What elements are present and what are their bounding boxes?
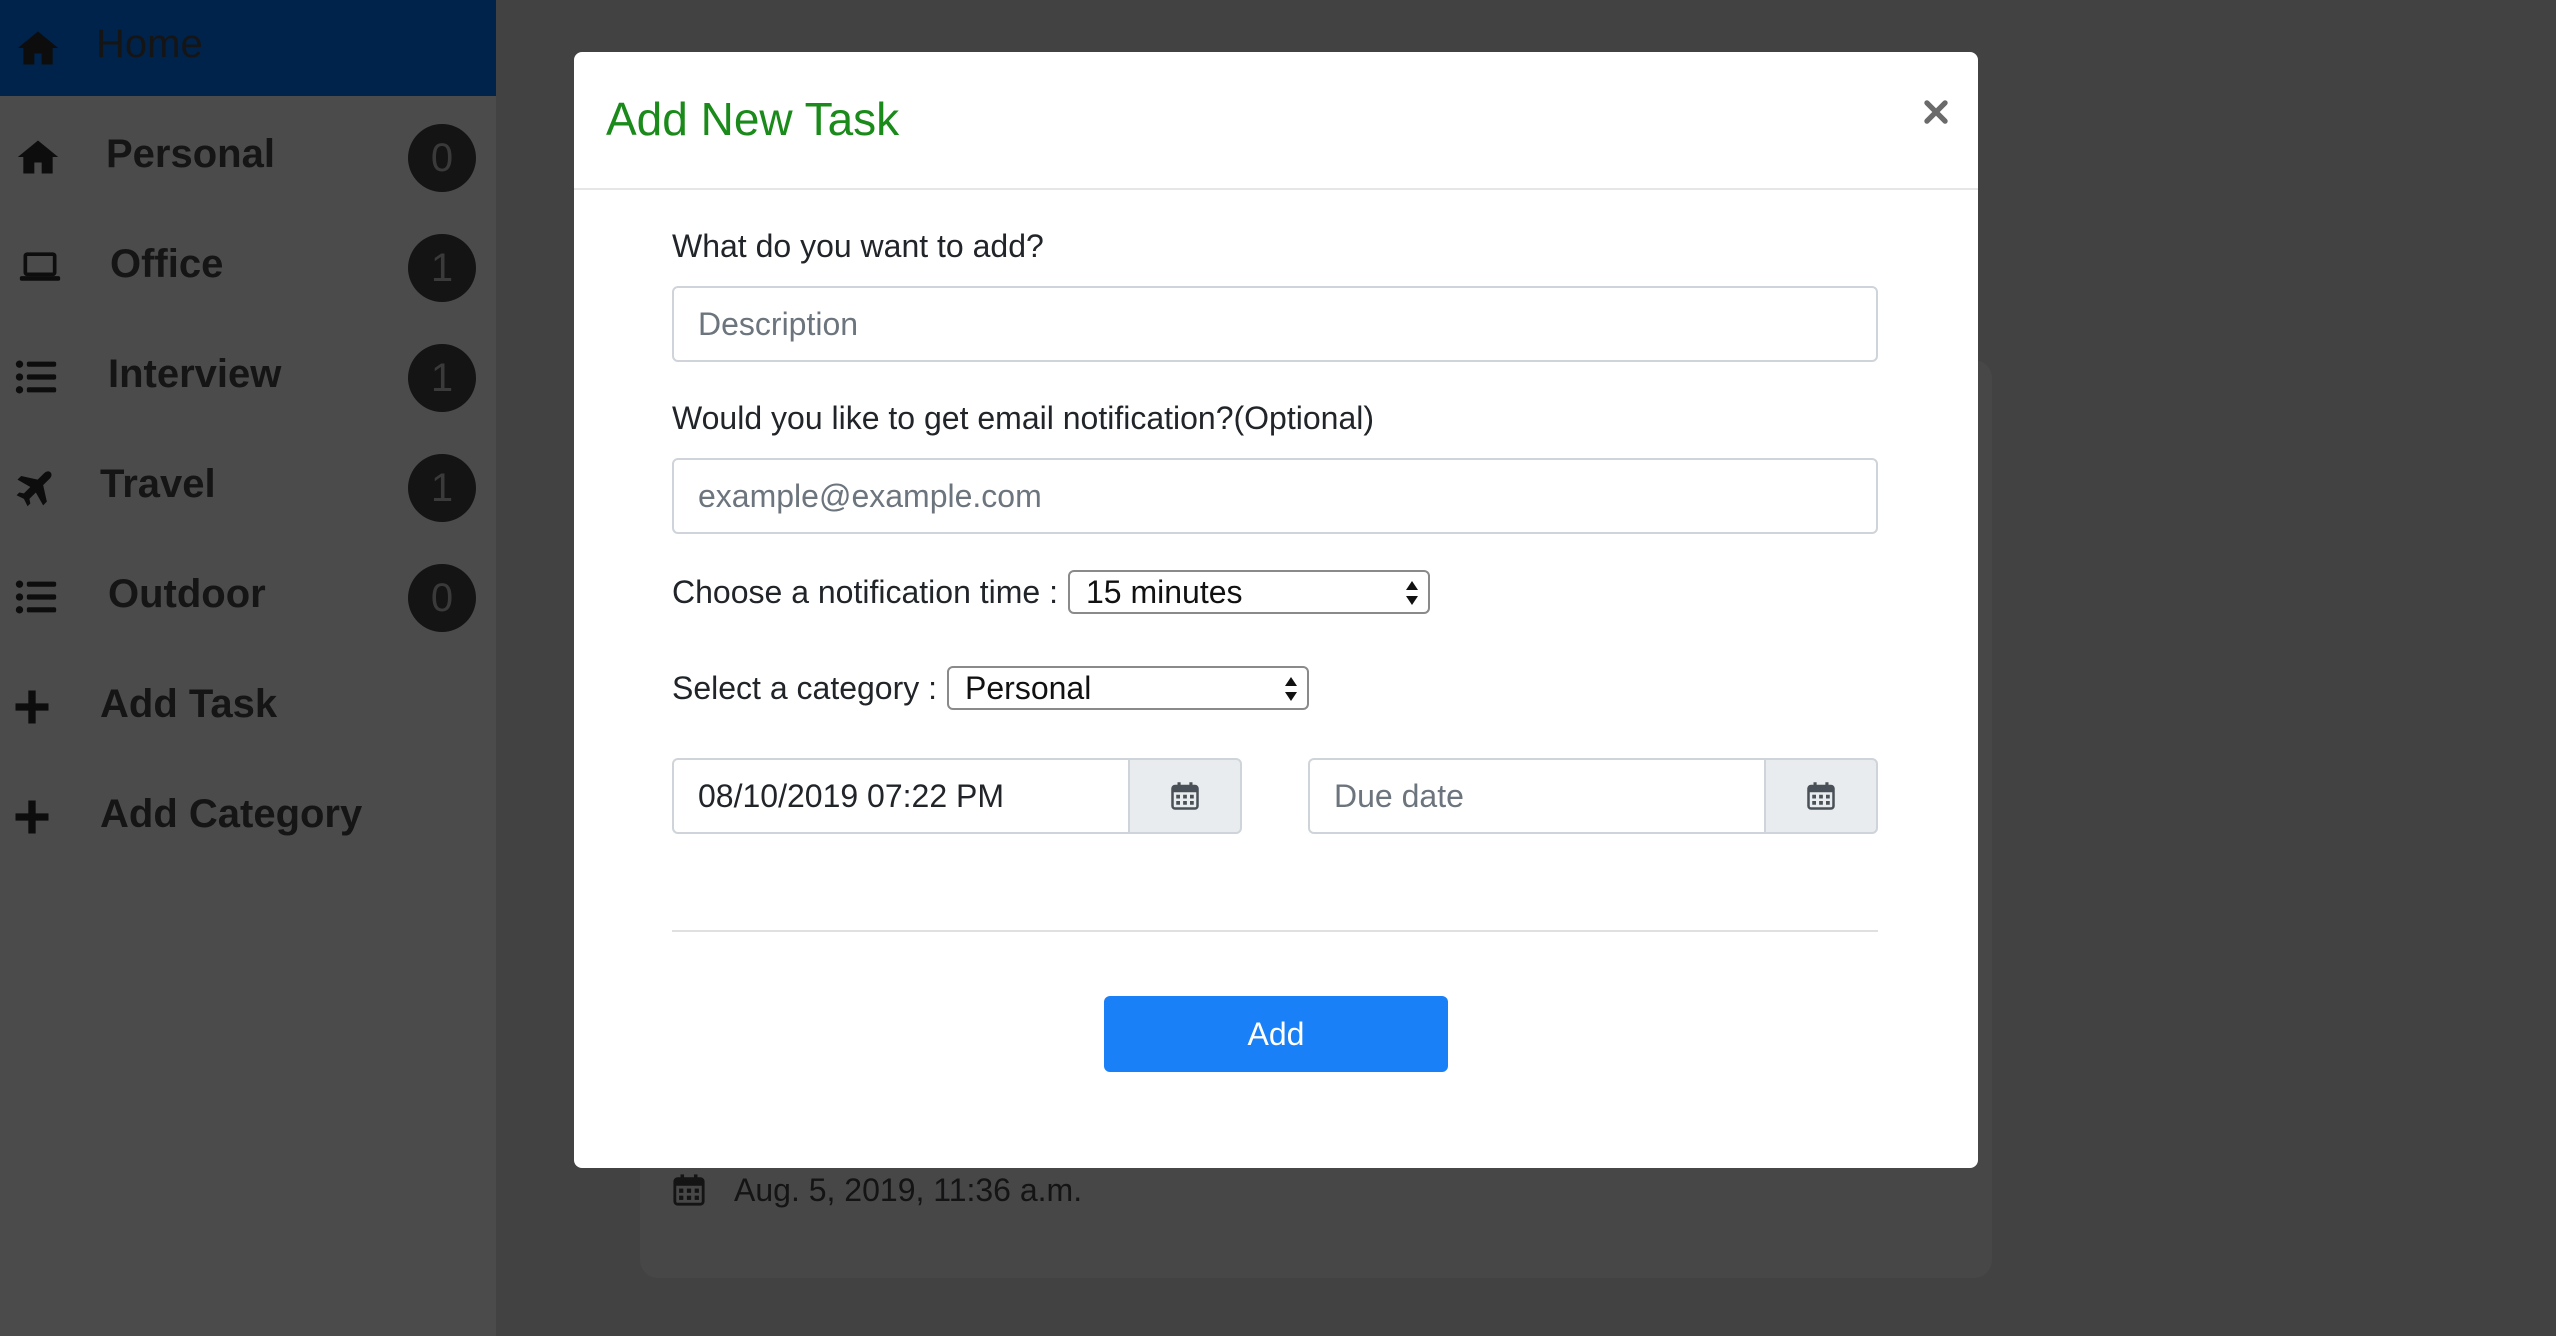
sidebar-item-label: Outdoor — [108, 572, 266, 616]
sidebar-item-label: Home — [96, 22, 203, 66]
category-value: Personal — [965, 669, 1092, 706]
category-label: Select a category : — [672, 669, 938, 706]
task-date: Aug. 5, 2019, 11:36 a.m. — [672, 1166, 1082, 1214]
home-icon — [14, 133, 62, 181]
due-date-group — [1308, 758, 1878, 834]
category-select[interactable]: Personal — [947, 666, 1310, 710]
sidebar-item-outdoor[interactable]: Outdoor 0 — [0, 542, 496, 652]
count-badge: 0 — [408, 564, 476, 632]
notification-time-label: Choose a notification time : — [672, 573, 1058, 610]
sidebar-item-home[interactable]: Home — [0, 0, 496, 96]
add-button[interactable]: Add — [1104, 996, 1448, 1072]
sidebar-add-task[interactable]: Add Task — [0, 652, 496, 762]
sidebar-item-label: Interview — [108, 352, 282, 396]
laptop-icon — [16, 243, 64, 291]
calendar-icon — [1171, 782, 1199, 810]
sidebar-item-label: Office — [110, 242, 224, 286]
sidebar: Home Personal 0 Office 1 Interview 1 Tra… — [0, 0, 496, 1336]
sidebar-item-interview[interactable]: Interview 1 — [0, 322, 496, 432]
calendar-icon — [673, 1174, 705, 1206]
list-icon — [12, 573, 60, 621]
description-label: What do you want to add? — [672, 228, 1044, 264]
close-icon — [1924, 100, 1948, 124]
start-date-input[interactable] — [672, 758, 1128, 834]
sidebar-item-office[interactable]: Office 1 — [0, 212, 496, 322]
count-badge: 0 — [408, 124, 476, 192]
list-icon — [12, 353, 60, 401]
start-date-picker-button[interactable] — [1128, 758, 1242, 834]
count-badge: 1 — [408, 344, 476, 412]
notification-time-row: Choose a notification time : 15 minutes — [672, 570, 1430, 614]
plus-icon — [8, 793, 56, 841]
select-arrows-icon — [1285, 677, 1298, 701]
email-label: Would you like to get email notification… — [672, 400, 1374, 436]
select-arrows-icon — [1405, 581, 1418, 605]
sidebar-item-label: Add Category — [100, 792, 363, 836]
start-date-group — [672, 758, 1242, 834]
due-date-picker-button[interactable] — [1764, 758, 1878, 834]
email-input[interactable] — [672, 458, 1878, 534]
form-divider — [672, 930, 1878, 932]
sidebar-item-personal[interactable]: Personal 0 — [0, 102, 496, 212]
due-date-input[interactable] — [1308, 758, 1764, 834]
add-task-modal: Add New Task What do you want to add? Wo… — [574, 52, 1978, 1168]
plane-icon — [10, 463, 58, 511]
description-input[interactable] — [672, 286, 1878, 362]
category-row: Select a category : Personal — [672, 666, 1310, 710]
calendar-icon — [1807, 782, 1835, 810]
modal-title: Add New Task — [606, 93, 900, 145]
sidebar-item-travel[interactable]: Travel 1 — [0, 432, 496, 542]
notification-time-value: 15 minutes — [1085, 573, 1243, 610]
home-icon — [14, 24, 62, 72]
count-badge: 1 — [408, 234, 476, 302]
count-badge: 1 — [408, 454, 476, 522]
notification-time-select[interactable]: 15 minutes — [1067, 570, 1430, 614]
modal-header: Add New Task — [574, 52, 1978, 190]
close-button[interactable] — [1910, 86, 1962, 138]
sidebar-item-label: Travel — [100, 462, 216, 506]
sidebar-item-label: Personal — [106, 132, 275, 176]
plus-icon — [8, 683, 56, 731]
sidebar-item-label: Add Task — [100, 682, 278, 726]
sidebar-add-category[interactable]: Add Category — [0, 762, 496, 872]
task-date-text: Aug. 5, 2019, 11:36 a.m. — [734, 1171, 1083, 1208]
